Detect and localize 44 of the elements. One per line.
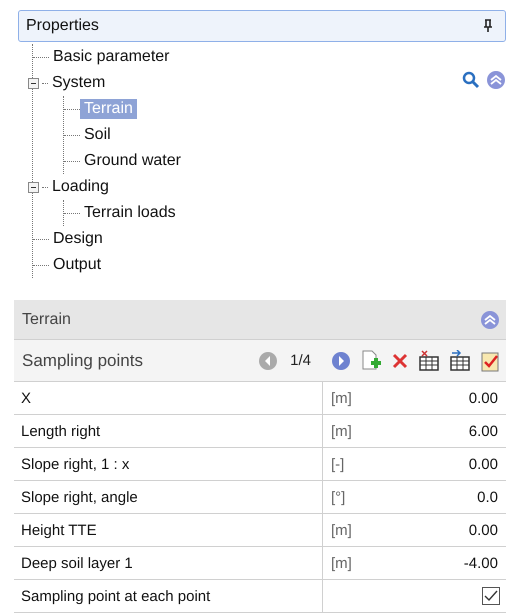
value-field[interactable]: 0.00 [468, 522, 506, 538]
unit-label: [°] [331, 488, 346, 506]
property-label: Sampling point at each point [20, 588, 212, 604]
property-label: X [20, 390, 32, 406]
delete-icon[interactable] [391, 352, 409, 370]
value-field[interactable]: 0.00 [468, 390, 506, 406]
checklist-icon[interactable] [480, 350, 500, 372]
table-import-icon[interactable] [449, 350, 471, 372]
collapse-icon[interactable] [28, 182, 39, 192]
collapse-icon[interactable] [28, 78, 39, 88]
value-field[interactable]: 6.00 [468, 422, 506, 440]
unit-label: [-] [331, 456, 344, 472]
unit-label: [m] [331, 554, 352, 572]
property-label: Length right [20, 422, 102, 440]
add-document-icon[interactable] [360, 350, 382, 372]
value-field[interactable]: -4.00 [464, 554, 506, 572]
checkbox[interactable] [482, 587, 500, 605]
panel-title: Properties [26, 17, 99, 35]
tree-item[interactable]: Loading [48, 177, 113, 197]
unit-label: [m] [331, 522, 352, 538]
property-label: Deep soil layer 1 [20, 554, 134, 572]
tree-item[interactable]: System [48, 73, 110, 93]
tree-item[interactable]: Basic parameter [49, 47, 174, 67]
table-icon[interactable] [418, 350, 440, 372]
tree-item[interactable]: Design [49, 229, 107, 249]
pin-icon[interactable] [483, 19, 493, 33]
tree-item[interactable]: Soil [80, 125, 115, 145]
property-label: Height TTE [20, 522, 98, 538]
tree-item[interactable]: Terrain loads [80, 203, 180, 223]
unit-label: [m] [331, 390, 352, 406]
page-indicator: 1/4 [290, 352, 311, 369]
collapse-section-icon[interactable] [480, 310, 500, 330]
tree-item[interactable]: Ground water [80, 151, 185, 171]
next-icon[interactable] [331, 350, 351, 370]
value-field[interactable]: 0.0 [477, 488, 506, 506]
toolbar-title: Sampling points [22, 350, 144, 370]
collapse-all-icon[interactable] [486, 70, 506, 90]
property-label: Slope right, angle [20, 488, 139, 506]
unit-label: [m] [331, 422, 352, 440]
property-label: Slope right, 1 : x [20, 456, 130, 472]
value-field[interactable]: 0.00 [468, 456, 506, 472]
section-title: Terrain [22, 310, 71, 328]
tree-item[interactable]: Output [49, 255, 106, 275]
search-icon[interactable] [462, 71, 480, 89]
